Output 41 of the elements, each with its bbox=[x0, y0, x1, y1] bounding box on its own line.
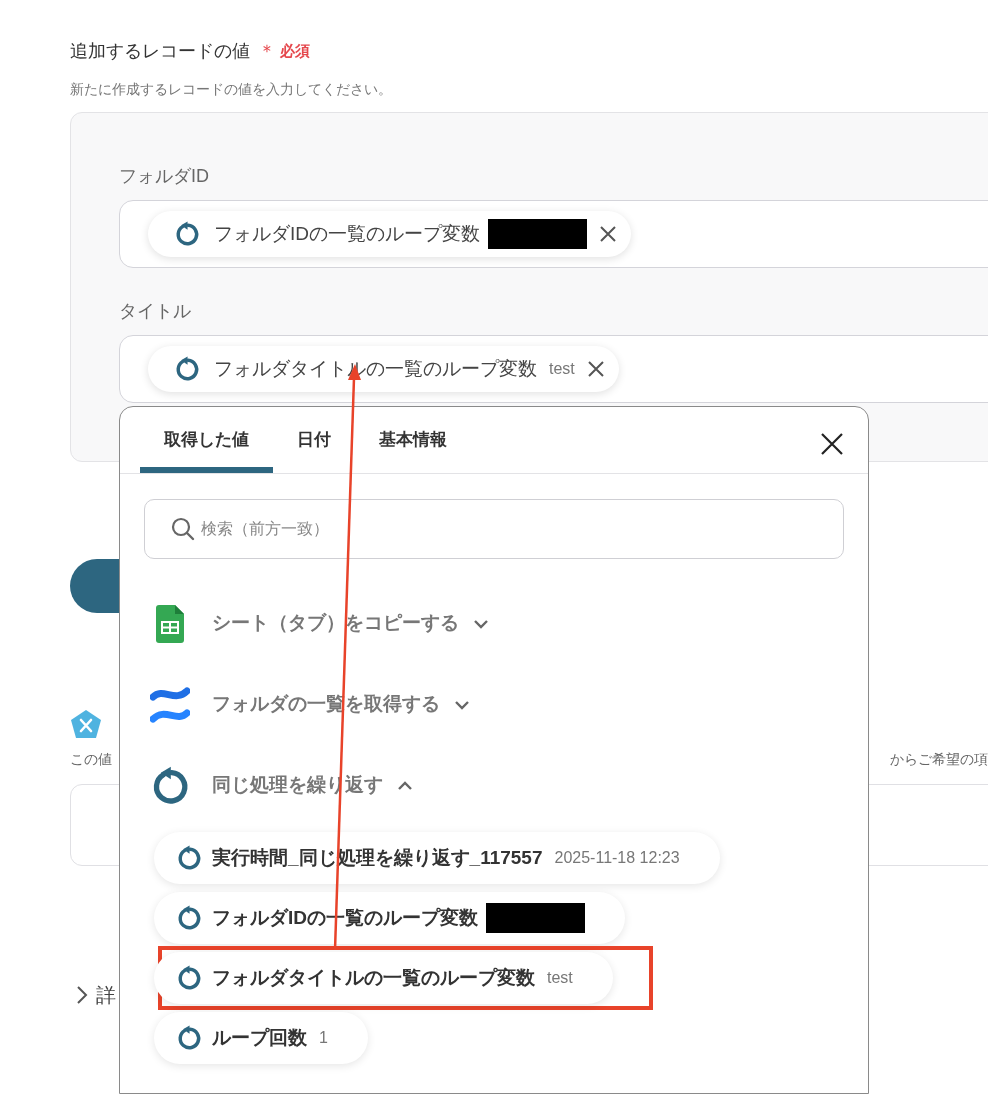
item-label: フォルダタイトルの一覧のループ変数 bbox=[212, 965, 535, 990]
loop-icon bbox=[176, 965, 202, 991]
section-description: 新たに作成するレコードの値を入力してください。 bbox=[70, 80, 393, 99]
group-title: シート（タブ）をコピーする bbox=[212, 611, 459, 636]
variable-item[interactable]: フォルダタイトルの一覧のループ変数 test bbox=[154, 952, 613, 1004]
required-label: 必須 bbox=[280, 41, 310, 62]
loop-icon bbox=[176, 905, 202, 931]
variable-chip[interactable]: フォルダIDの一覧のループ変数 bbox=[148, 211, 631, 257]
wave-icon bbox=[150, 684, 190, 725]
chevron-right-icon[interactable] bbox=[76, 985, 88, 1005]
required-mark: ＊ bbox=[258, 40, 276, 63]
variable-item[interactable]: ループ回数 1 bbox=[154, 1012, 368, 1064]
close-icon[interactable] bbox=[820, 432, 844, 456]
item-label: ループ回数 bbox=[212, 1025, 307, 1050]
chip-value: 2025-11-18 12:23 bbox=[554, 848, 680, 868]
chip-label: フォルダIDの一覧のループ変数 bbox=[214, 221, 480, 246]
pentagon-x-icon bbox=[70, 709, 102, 739]
input-field[interactable]: フォルダIDの一覧のループ変数 bbox=[119, 200, 988, 268]
loop-icon bbox=[176, 845, 202, 871]
group-header[interactable]: シート（タブ）をコピーする bbox=[212, 609, 489, 638]
note-text: この値 bbox=[70, 750, 112, 769]
tab[interactable]: 日付 bbox=[273, 413, 355, 473]
chip-value: test bbox=[549, 359, 575, 379]
chip-value: 1 bbox=[319, 1028, 328, 1048]
search-field[interactable]: 検索（前方一致） bbox=[144, 499, 844, 559]
close-icon[interactable] bbox=[599, 225, 617, 243]
tab[interactable]: 取得した値 bbox=[140, 413, 273, 473]
field-label: タイトル bbox=[119, 300, 192, 323]
search-icon bbox=[171, 517, 195, 541]
chip-value: test bbox=[547, 968, 573, 988]
section-title: 追加するレコードの値 bbox=[70, 40, 250, 63]
close-icon[interactable] bbox=[586, 360, 605, 378]
loop-icon bbox=[176, 1025, 202, 1051]
tab[interactable]: 基本情報 bbox=[355, 413, 471, 473]
spreadsheet-icon bbox=[156, 604, 184, 643]
search-input[interactable]: 検索（前方一致） bbox=[201, 517, 701, 541]
loop-icon bbox=[174, 221, 200, 247]
field-label: フォルダID bbox=[119, 165, 210, 188]
note-text: からご希望の項 bbox=[890, 750, 988, 769]
details-toggle[interactable]: 詳 bbox=[96, 980, 116, 1010]
loop-icon bbox=[174, 356, 200, 382]
